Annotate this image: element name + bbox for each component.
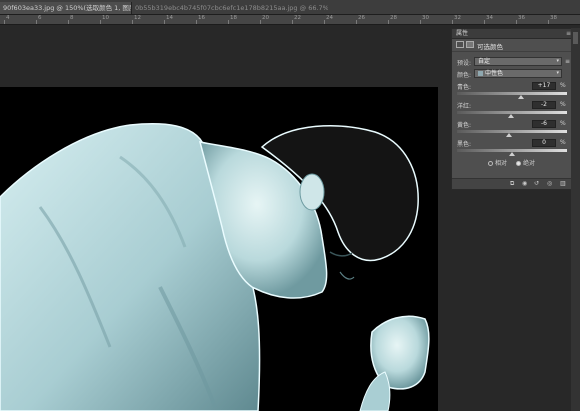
slider-value-input[interactable]: -2 <box>532 101 556 109</box>
colors-label: 颜色: <box>457 72 472 79</box>
slider-label: 黄色: <box>457 122 472 129</box>
selective-color-icon[interactable] <box>456 41 464 48</box>
vertical-scrollbar[interactable] <box>571 28 580 411</box>
photo-subject <box>0 123 430 411</box>
ruler-tick-label: 22 <box>294 15 301 21</box>
properties-panel: 属性 ≡ 可选颜色 预设: 自定 ▾ ≡ 颜色: 中性色 ▾ 青色: +17% 洋红… <box>451 28 576 190</box>
radio-relative[interactable] <box>488 161 493 166</box>
colors-row: 颜色: 中性色 ▾ <box>452 69 576 79</box>
preset-value: 自定 <box>478 58 491 65</box>
ruler-tick-label: 16 <box>198 15 205 21</box>
slider-value-input[interactable]: +17 <box>532 82 556 90</box>
chevron-down-icon: ▾ <box>556 70 559 76</box>
ruler-tick-mark <box>484 20 485 24</box>
reset-icon[interactable]: ↺ <box>534 180 539 188</box>
slider-track[interactable] <box>457 92 567 95</box>
tab-inactive-document[interactable]: 0b55b319ebc4b745f07cbc6efc1e178b8215aa.j… <box>132 2 328 14</box>
adjustment-header: 可选颜色 <box>452 39 574 52</box>
chevron-down-icon: ▾ <box>556 58 559 64</box>
tab-active-document[interactable]: 90f603ea33.jpg @ 150%(选取颜色 1, 图层蒙版/8) *× <box>0 2 132 14</box>
slider-label: 洋红: <box>457 103 472 110</box>
ruler-tick-mark <box>164 20 165 24</box>
layer-mask-icon[interactable] <box>466 41 474 48</box>
ruler-tick-mark <box>4 20 5 24</box>
panel-footer: ⧉ ◉ ↺ ◎ ▥ <box>452 178 576 189</box>
visibility-eye-icon[interactable]: ◎ <box>547 180 552 188</box>
ruler-tick-label: 10 <box>102 15 109 21</box>
preset-label: 预设: <box>457 60 472 67</box>
percent-unit: % <box>560 120 566 127</box>
slider-value-input[interactable]: 0 <box>532 139 556 147</box>
ruler-tick-label: 36 <box>518 15 525 21</box>
ruler-tick-label: 8 <box>70 15 74 21</box>
slider-label: 青色: <box>457 84 472 91</box>
tab-label: 0b55b319ebc4b745f07cbc6efc1e178b8215aa.j… <box>135 4 328 12</box>
preset-dropdown[interactable]: 自定 ▾ <box>474 57 562 66</box>
method-absolute-label: 绝对 <box>523 160 536 167</box>
slider-thumb[interactable] <box>505 133 512 137</box>
ruler-tick-mark <box>132 20 133 24</box>
ruler-tick-mark <box>68 20 69 24</box>
ruler-tick-label: 4 <box>6 15 10 21</box>
slider-track[interactable] <box>457 130 567 133</box>
ruler-tick-label: 38 <box>550 15 557 21</box>
ruler-tick-label: 32 <box>454 15 461 21</box>
slider-label: 黑色: <box>457 141 472 148</box>
colors-value: 中性色 <box>485 70 504 77</box>
percent-unit: % <box>560 101 566 108</box>
ruler-tick-mark <box>388 20 389 24</box>
clip-to-layer-icon[interactable]: ⧉ <box>510 180 514 188</box>
ruler-tick-label: 34 <box>486 15 493 21</box>
colors-dropdown[interactable]: 中性色 ▾ <box>474 69 562 78</box>
ruler-tick-label: 24 <box>326 15 333 21</box>
adjustment-title: 可选颜色 <box>477 43 503 51</box>
ruler-tick-label: 26 <box>358 15 365 21</box>
slider-value-input[interactable]: -6 <box>532 120 556 128</box>
slider-thumb[interactable] <box>518 95 525 99</box>
ruler-tick-mark <box>260 20 261 24</box>
ruler-tick-label: 12 <box>134 15 141 21</box>
ruler-tick-label: 6 <box>38 15 42 21</box>
view-previous-icon[interactable]: ◉ <box>522 180 527 188</box>
radio-absolute[interactable] <box>516 161 521 166</box>
ruler-tick-label: 14 <box>166 15 173 21</box>
trash-icon[interactable]: ▥ <box>560 180 566 188</box>
ruler-tick-mark <box>228 20 229 24</box>
preset-row: 预设: 自定 ▾ ≡ <box>452 57 576 67</box>
ruler-tick-mark <box>452 20 453 24</box>
method-relative-label: 相对 <box>495 160 508 167</box>
ruler-tick-mark <box>356 20 357 24</box>
slider-thumb[interactable] <box>509 152 515 156</box>
ruler-tick-label: 20 <box>262 15 269 21</box>
ruler-tick-mark <box>292 20 293 24</box>
document-tab-bar: 90f603ea33.jpg @ 150%(选取颜色 1, 图层蒙版/8) *×… <box>0 0 580 15</box>
preset-options-icon[interactable]: ≡ <box>565 58 570 65</box>
ruler-tick-mark <box>324 20 325 24</box>
ruler-tick-mark <box>100 20 101 24</box>
ruler-tick-label: 30 <box>422 15 429 21</box>
ruler-tick-mark <box>420 20 421 24</box>
horizontal-ruler: 4 6 8 10 12 14 16 18 20 22 24 26 28 30 32 34 36 38 <box>0 15 580 25</box>
ruler-tick-mark <box>548 20 549 24</box>
ruler-tick-label: 28 <box>390 15 397 21</box>
document-image[interactable] <box>0 87 438 411</box>
ruler-tick-mark <box>36 20 37 24</box>
percent-unit: % <box>560 82 566 89</box>
method-relative[interactable]: 相对 <box>488 158 507 167</box>
slider-thumb[interactable] <box>507 114 514 118</box>
scrollbar-thumb[interactable] <box>573 32 578 44</box>
panel-title: 属性 <box>456 30 469 37</box>
panel-header: 属性 ≡ <box>452 29 574 39</box>
ruler-tick-mark <box>196 20 197 24</box>
percent-unit: % <box>560 139 566 146</box>
method-absolute[interactable]: 绝对 <box>516 158 535 167</box>
ruler-tick-label: 18 <box>230 15 237 21</box>
ruler-tick-mark <box>516 20 517 24</box>
tab-label: 90f603ea33.jpg @ 150%(选取颜色 1, 图层蒙版/8) * <box>3 4 131 12</box>
color-swatch-icon <box>478 71 483 76</box>
